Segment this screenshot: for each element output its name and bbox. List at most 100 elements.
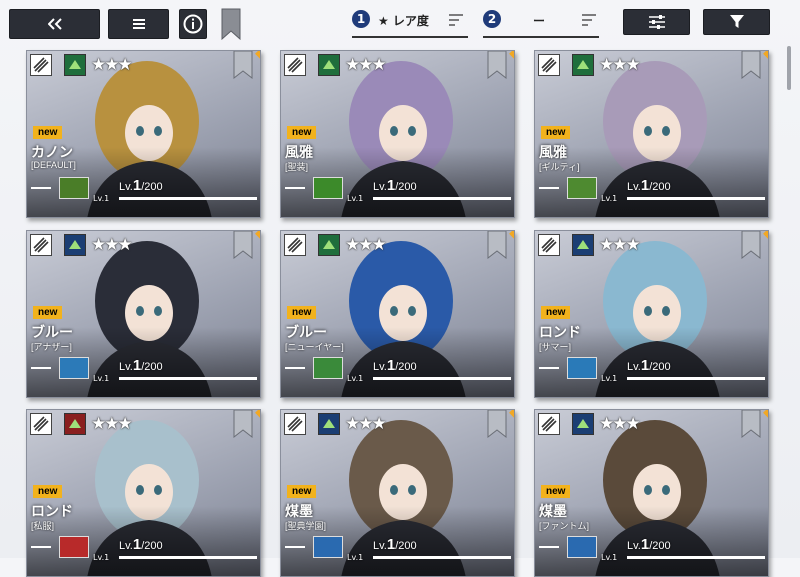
level-text: Lv.1/200 xyxy=(119,536,163,553)
bookmark-icon[interactable] xyxy=(740,51,762,79)
new-badge: new xyxy=(33,485,63,498)
new-badge: new xyxy=(541,126,571,139)
bookmark-icon[interactable] xyxy=(486,231,508,259)
rarity-stars: ★★★ xyxy=(599,55,641,75)
bow-icon xyxy=(538,54,560,76)
character-name: ブルー xyxy=(285,324,327,340)
weapon-level: Lv.1 xyxy=(93,374,110,383)
separator-line xyxy=(285,367,305,369)
weapon-icon xyxy=(313,536,343,558)
bookmark-toggle[interactable] xyxy=(220,8,242,40)
fist-icon xyxy=(538,234,560,256)
filter-settings-button[interactable] xyxy=(623,9,690,35)
character-variant: [サマー] xyxy=(539,342,572,352)
bookmark-icon[interactable] xyxy=(486,51,508,79)
weapon-level: Lv.1 xyxy=(347,194,364,203)
character-card[interactable]: ★★★ new 風雅 [聖装] Lv.1 Lv.1/200 xyxy=(280,50,515,218)
sliders-icon xyxy=(648,15,665,29)
level-text: Lv.1/200 xyxy=(373,536,417,553)
character-name: ブルー xyxy=(31,324,73,340)
level-text: Lv.1/200 xyxy=(373,177,417,194)
character-card[interactable]: ★★★ new カノン [DEFAULT] Lv.1 Lv.1/200 xyxy=(26,50,261,218)
weapon-icon xyxy=(59,177,89,199)
sort-desc-lines-icon xyxy=(449,14,463,26)
level-text: Lv.1/200 xyxy=(627,536,671,553)
house-icon xyxy=(572,54,594,76)
rarity-stars: ★★★ xyxy=(599,235,641,255)
x-cross-icon xyxy=(64,234,86,256)
info-icon xyxy=(183,14,203,34)
sword-icon xyxy=(30,234,52,256)
character-variant: [ギルティ] xyxy=(539,162,580,172)
new-badge: new xyxy=(541,306,571,319)
bookmark-icon[interactable] xyxy=(232,51,254,79)
scrollbar[interactable] xyxy=(787,46,791,90)
character-variant: [聖装] xyxy=(285,162,309,172)
new-badge: new xyxy=(287,485,317,498)
character-card[interactable]: ★★★ new ロンド [私服] Lv.1 Lv.1/200 xyxy=(26,409,261,577)
character-variant: [ニューイヤー] xyxy=(285,342,344,352)
character-card[interactable]: ★★★ new 煤墨 [ファントム] Lv.1 Lv.1/200 xyxy=(534,409,769,577)
rarity-stars: ★★★ xyxy=(91,414,133,434)
bookmark-icon[interactable] xyxy=(232,231,254,259)
weapon-icon xyxy=(313,177,343,199)
new-badge: new xyxy=(33,126,63,139)
funnel-icon xyxy=(729,15,744,28)
level-bar xyxy=(119,197,257,200)
weapon-level: Lv.1 xyxy=(601,374,618,383)
weapon-icon xyxy=(567,357,597,379)
sort-underline xyxy=(352,36,468,38)
sort-underline xyxy=(483,36,599,38)
bookmark-icon[interactable] xyxy=(486,410,508,438)
weapon-level: Lv.1 xyxy=(347,374,364,383)
bookmark-icon[interactable] xyxy=(740,231,762,259)
character-card[interactable]: ★★★ new ロンド [サマー] Lv.1 Lv.1/200 xyxy=(534,230,769,398)
house-icon xyxy=(64,54,86,76)
character-variant: [聖典学園] xyxy=(285,521,327,531)
level-bar xyxy=(627,377,765,380)
sword-icon xyxy=(284,413,306,435)
new-badge: new xyxy=(287,126,317,139)
character-card[interactable]: ★★★ new ブルー [ニューイヤー] Lv.1 Lv.1/200 xyxy=(280,230,515,398)
diamond-chain-icon xyxy=(538,413,560,435)
chevrons-icon xyxy=(284,54,306,76)
x-cross-icon xyxy=(572,234,594,256)
character-variant: [ファントム] xyxy=(539,521,590,531)
new-badge: new xyxy=(33,306,63,319)
x-cross-icon xyxy=(318,413,340,435)
weapon-icon xyxy=(567,536,597,558)
bookmark-icon[interactable] xyxy=(740,410,762,438)
back-button[interactable] xyxy=(9,9,100,39)
sort-index-badge: 1 xyxy=(352,10,370,28)
weapon-icon xyxy=(567,177,597,199)
character-name: 風雅 xyxy=(539,144,567,160)
character-name: ロンド xyxy=(539,324,581,340)
sort-key-2[interactable]: 2 ー xyxy=(483,8,599,38)
character-name: 風雅 xyxy=(285,144,313,160)
rarity-stars: ★★★ xyxy=(91,55,133,75)
character-card[interactable]: ★★★ new 風雅 [ギルティ] Lv.1 Lv.1/200 xyxy=(534,50,769,218)
character-card[interactable]: ★★★ new ブルー [アナザー] Lv.1 Lv.1/200 xyxy=(26,230,261,398)
weapon-icon xyxy=(313,357,343,379)
house-icon xyxy=(318,54,340,76)
character-card[interactable]: ★★★ new 煤墨 [聖典学園] Lv.1 Lv.1/200 xyxy=(280,409,515,577)
level-text: Lv.1/200 xyxy=(627,177,671,194)
level-text: Lv.1/200 xyxy=(119,177,163,194)
filter-button[interactable] xyxy=(703,9,770,35)
info-button[interactable] xyxy=(179,9,207,39)
double-chevron-left-icon xyxy=(47,18,62,30)
sort-key-1[interactable]: 1 ★ レア度 xyxy=(352,8,468,38)
character-name: 煤墨 xyxy=(539,503,567,519)
level-text: Lv.1/200 xyxy=(119,357,163,374)
menu-button[interactable] xyxy=(108,9,169,39)
level-bar xyxy=(373,197,511,200)
level-bar xyxy=(119,377,257,380)
hamburger-icon xyxy=(132,19,145,29)
rarity-stars: ★★★ xyxy=(345,55,387,75)
bookmark-icon[interactable] xyxy=(232,410,254,438)
level-bar xyxy=(373,377,511,380)
level-text: Lv.1/200 xyxy=(373,357,417,374)
sort-desc-lines-icon xyxy=(582,14,596,26)
character-name: ロンド xyxy=(31,503,73,519)
character-name: 煤墨 xyxy=(285,503,313,519)
